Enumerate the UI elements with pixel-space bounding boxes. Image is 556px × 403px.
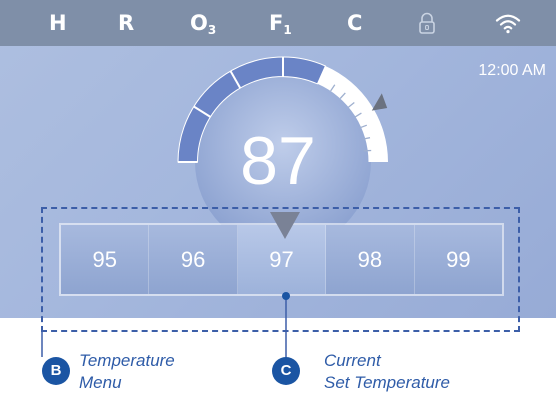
- callout-temperature-menu-label: Temperature Menu: [79, 350, 175, 394]
- callout-c-line1: Current: [324, 351, 381, 370]
- callout-badge-c: C: [272, 357, 300, 385]
- callout-b-line2: Menu: [79, 373, 122, 392]
- callout-c-line2: Set Temperature: [324, 373, 450, 392]
- callout-current-set-temperature-label: Current Set Temperature: [324, 350, 450, 394]
- callout-b-line1: Temperature: [79, 351, 175, 370]
- temperature-menu-highlight-frame: [41, 207, 520, 332]
- current-temperature: 87: [240, 123, 316, 199]
- callout-badge-b: B: [42, 357, 70, 385]
